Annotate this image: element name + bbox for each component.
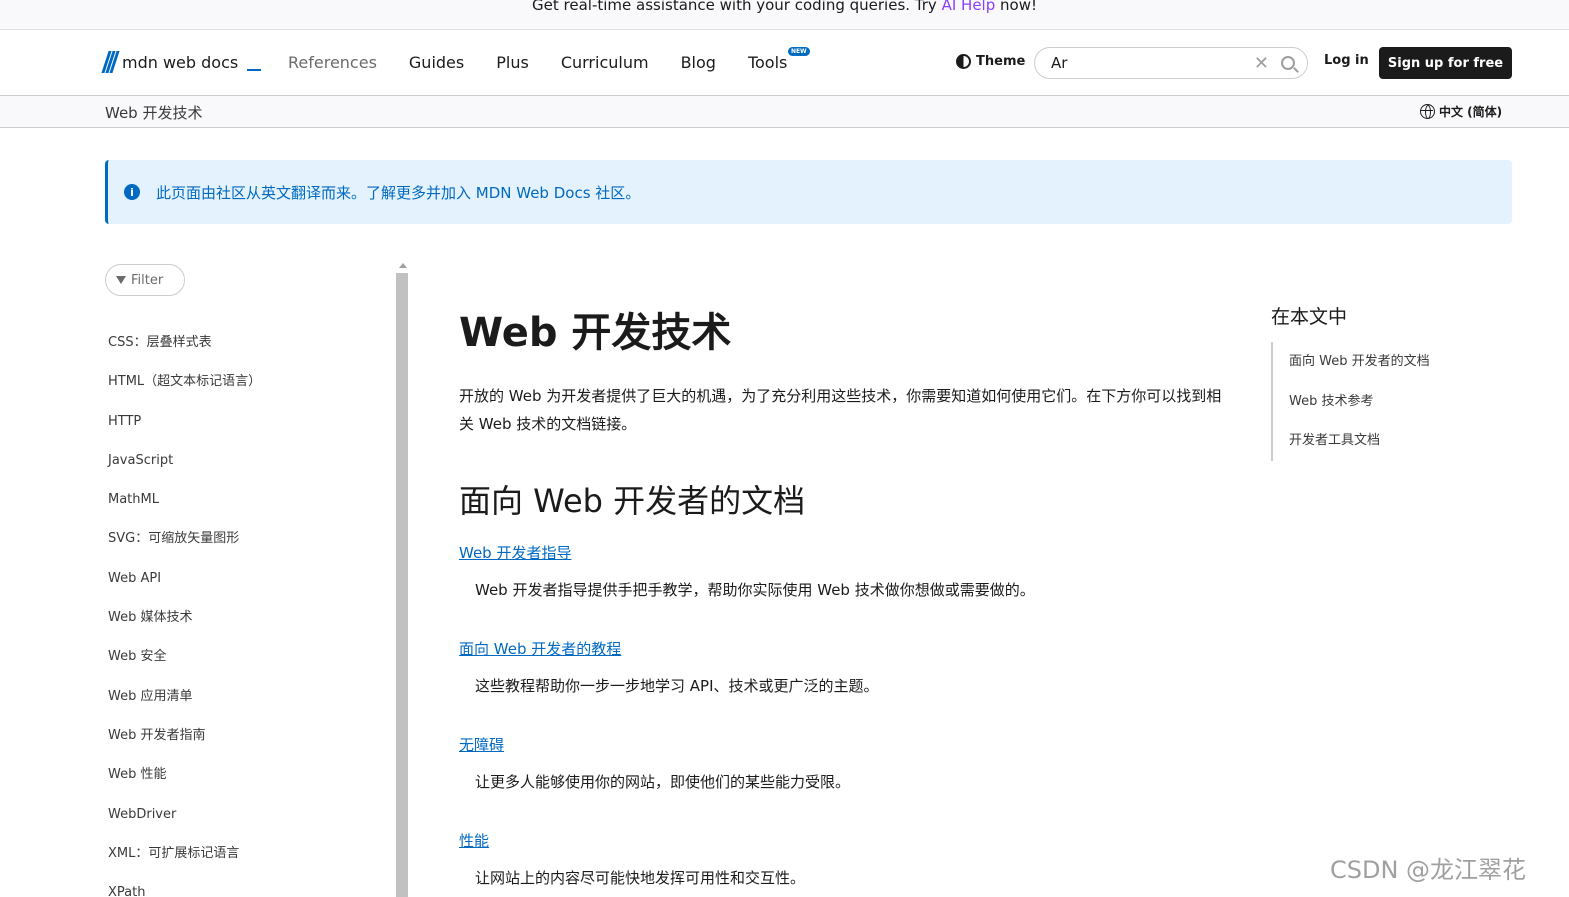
new-badge: NEW — [787, 47, 810, 56]
nav-plus[interactable]: Plus — [496, 53, 529, 72]
main-content: Web 开发技术 开放的 Web 为开发者提供了巨大的机遇，为了充分利用这些技术… — [459, 300, 1229, 897]
entry-link[interactable]: 面向 Web 开发者的教程 — [459, 638, 1229, 662]
theme-icon — [956, 54, 971, 69]
sidebar-item[interactable]: Web 性能 — [108, 765, 388, 804]
nav-tools-label: Tools — [747, 53, 788, 72]
doc-entry: 性能 让网站上的内容尽可能快地发挥可用性和交互性。 — [459, 830, 1229, 897]
sidebar-item[interactable]: Web 开发者指南 — [108, 726, 388, 765]
sidebar-item[interactable]: Web 安全 — [108, 647, 388, 686]
section-title: 面向 Web 开发者的文档 — [459, 482, 806, 520]
nav-curriculum[interactable]: Curriculum — [561, 53, 649, 72]
theme-label: Theme — [976, 54, 1026, 69]
login-link[interactable]: Log in — [1324, 53, 1369, 68]
entry-description: 让网站上的内容尽可能快地发挥可用性和交互性。 — [475, 869, 806, 887]
site-header: mdn web docs References Guides Plus Curr… — [0, 31, 1569, 95]
banner-suffix: now! — [995, 0, 1037, 14]
nav-tools[interactable]: Tools NEW — [747, 47, 810, 72]
sidebar-item[interactable]: XML：可扩展标记语言 — [108, 844, 388, 883]
doc-entry: 面向 Web 开发者的教程 这些教程帮助你一步一步地学习 API、技术或更广泛的… — [459, 638, 1229, 734]
main-nav: References Guides Plus Curriculum Blog T… — [288, 47, 810, 72]
entry-link[interactable]: Web 开发者指导 — [459, 542, 1229, 566]
theme-button[interactable]: Theme — [956, 54, 1025, 69]
filter-label: Filter — [131, 272, 164, 288]
search-icon[interactable] — [1281, 56, 1295, 70]
toc-item[interactable]: 开发者工具文档 — [1289, 421, 1511, 461]
nav-references[interactable]: References — [288, 53, 377, 72]
search-box: ✕ — [1034, 47, 1308, 79]
sidebar-item[interactable]: Web 应用清单 — [108, 687, 388, 726]
filter-icon — [116, 276, 126, 284]
sidebar-item[interactable]: HTML（超文本标记语言） — [108, 372, 388, 411]
signup-button[interactable]: Sign up for free — [1379, 47, 1512, 79]
sidebar-item[interactable]: Web 媒体技术 — [108, 608, 388, 647]
entry-description: 让更多人能够使用你的网站，即使他们的某些能力受限。 — [475, 773, 851, 791]
sidebar-item[interactable]: MathML — [108, 490, 388, 529]
doc-entry: Web 开发者指导 Web 开发者指导提供手把手教学，帮助你实际使用 Web 技… — [459, 542, 1229, 638]
sidebar-item[interactable]: WebDriver — [108, 805, 388, 844]
sidebar-scrollbar[interactable] — [396, 259, 410, 897]
banner-prefix: Get real-time assistance with your codin… — [532, 0, 942, 14]
toc-title: 在本文中 — [1271, 306, 1348, 328]
sidebar-item[interactable]: XPath — [108, 883, 388, 897]
entry-description: Web 开发者指导提供手把手教学，帮助你实际使用 Web 技术做你想做或需要做的… — [475, 581, 1035, 599]
entry-link[interactable]: 性能 — [459, 830, 1229, 854]
sidebar-item[interactable]: Web API — [108, 569, 388, 608]
toc-item[interactable]: 面向 Web 开发者的文档 — [1289, 342, 1511, 382]
globe-icon — [1420, 104, 1435, 119]
sidebar-item[interactable]: SVG：可缩放矢量图形 — [108, 529, 388, 568]
breadcrumb-bar: Web 开发技术 中文 (简体) — [0, 95, 1569, 128]
sidebar-item[interactable]: CSS：层叠样式表 — [108, 333, 388, 372]
notice-text[interactable]: 此页面由社区从英文翻译而来。了解更多并加入 MDN Web Docs 社区。 — [156, 182, 640, 203]
nav-guides[interactable]: Guides — [409, 53, 464, 72]
doc-entry: 无障碍 让更多人能够使用你的网站，即使他们的某些能力受限。 — [459, 734, 1229, 830]
language-switcher[interactable]: 中文 (简体) — [1420, 103, 1502, 120]
sidebar-item[interactable]: HTTP — [108, 412, 388, 451]
intro-paragraph: 开放的 Web 为开发者提供了巨大的机遇，为了充分利用这些技术，你需要知道如何使… — [459, 387, 1222, 433]
clear-icon[interactable]: ✕ — [1254, 53, 1269, 74]
scroll-up-icon[interactable] — [399, 263, 407, 268]
logo-text: mdn web docs — [122, 52, 239, 72]
search-input[interactable] — [1051, 54, 1254, 72]
translation-notice: i 此页面由社区从英文翻译而来。了解更多并加入 MDN Web Docs 社区。 — [105, 160, 1512, 224]
toc-list: 面向 Web 开发者的文档 Web 技术参考 开发者工具文档 — [1271, 342, 1511, 461]
sidebar-item[interactable]: JavaScript — [108, 451, 388, 490]
entry-description: 这些教程帮助你一步一步地学习 API、技术或更广泛的主题。 — [475, 677, 879, 695]
logo-cursor-icon — [247, 69, 262, 71]
ai-help-link[interactable]: AI Help — [942, 0, 996, 14]
table-of-contents: 在本文中 面向 Web 开发者的文档 Web 技术参考 开发者工具文档 — [1271, 302, 1511, 461]
info-icon: i — [124, 184, 140, 200]
breadcrumb[interactable]: Web 开发技术 — [105, 102, 202, 123]
watermark: CSDN @龙江翠花 — [1330, 856, 1527, 884]
top-banner: Get real-time assistance with your codin… — [0, 0, 1569, 30]
entry-link[interactable]: 无障碍 — [459, 734, 1229, 758]
toc-item[interactable]: Web 技术参考 — [1289, 382, 1511, 422]
sidebar: CSS：层叠样式表 HTML（超文本标记语言） HTTP JavaScript … — [108, 333, 388, 897]
sidebar-filter-button[interactable]: Filter — [105, 264, 185, 296]
page-title: Web 开发技术 — [459, 310, 732, 356]
mdn-logo[interactable]: mdn web docs — [101, 51, 262, 73]
mdn-logo-icon — [101, 51, 120, 73]
language-label: 中文 (简体) — [1439, 105, 1503, 119]
scroll-thumb[interactable] — [396, 273, 408, 897]
nav-blog[interactable]: Blog — [681, 53, 716, 72]
